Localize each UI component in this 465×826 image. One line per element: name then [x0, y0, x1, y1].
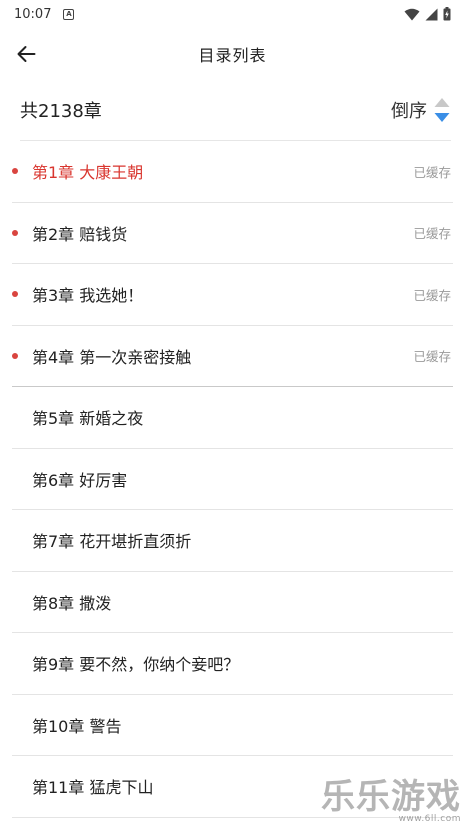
chapter-row[interactable]: 第4章 第一次亲密接触 已缓存 [12, 326, 453, 387]
chapter-row[interactable]: 第10章 警告 [12, 695, 453, 756]
cached-dot-icon [12, 168, 18, 175]
chapter-row[interactable]: 第6章 好厉害 [12, 449, 453, 510]
page-title: 目录列表 [198, 46, 267, 65]
sort-toggle-button[interactable]: 倒序 [391, 97, 451, 123]
chapter-row[interactable]: 第3章 我选她！ 已缓存 [12, 264, 453, 326]
cache-status-label: 已缓存 [413, 287, 451, 303]
chapter-row[interactable]: 第2章 赔钱货 已缓存 [12, 203, 453, 264]
cache-status-label: 已缓存 [413, 226, 451, 242]
notification-icon: A [63, 8, 75, 20]
chapter-row[interactable]: 第1章 大康王朝 已缓存 [12, 141, 453, 203]
chapter-title: 第4章 第一次亲密接触 [32, 347, 192, 367]
chapter-title: 第8章 撒泼 [32, 593, 112, 613]
wifi-icon [404, 8, 420, 20]
cache-status-label: 已缓存 [413, 164, 451, 180]
chapter-list: 第1章 大康王朝 已缓存 第2章 赔钱货 已缓存 第3章 我选她！ 已缓存 第4章 第一次亲… [12, 141, 453, 818]
status-right [404, 7, 451, 21]
chapter-count: 共2138章 [20, 101, 102, 122]
status-bar: 10:07 A [0, 0, 465, 28]
watermark-logo: 乐乐游戏 [321, 777, 461, 817]
cached-dot-icon [12, 229, 18, 236]
chapter-summary: 共2138章 倒序 [20, 80, 451, 141]
status-time: 10:07 [14, 6, 52, 22]
chapter-row[interactable]: 第7章 花开堪折直须折 [12, 510, 453, 572]
signal-icon [425, 8, 438, 20]
chapter-title: 第5章 新婚之夜 [32, 409, 144, 429]
status-left: 10:07 A [14, 6, 75, 22]
chapter-title: 第10章 警告 [32, 716, 122, 736]
cached-dot-icon [12, 352, 18, 359]
chapter-row[interactable]: 第8章 撒泼 [12, 572, 453, 633]
sort-arrows-icon [434, 98, 450, 122]
chapter-row[interactable]: 第5章 新婚之夜 [12, 387, 453, 449]
chapter-title: 第1章 大康王朝 [32, 163, 144, 183]
chapter-title: 第9章 要不然，你纳个妾吧？ [32, 655, 240, 675]
arrow-left-icon [17, 46, 36, 62]
back-button[interactable] [10, 38, 42, 70]
app-bar: 目录列表 [0, 28, 465, 80]
chapter-row[interactable]: 第9章 要不然，你纳个妾吧？ [12, 633, 453, 695]
chapter-title: 第3章 我选她！ [32, 286, 144, 306]
cache-status-label: 已缓存 [413, 349, 451, 365]
battery-charging-icon [443, 7, 451, 21]
chapter-title: 第6章 好厉害 [32, 470, 128, 490]
chapter-title: 第7章 花开堪折直须折 [32, 532, 192, 552]
chapter-title: 第2章 赔钱货 [32, 224, 128, 244]
sort-label: 倒序 [391, 101, 427, 122]
cached-dot-icon [12, 291, 18, 298]
watermark: 乐乐游戏 www.6ll.com [321, 780, 461, 824]
